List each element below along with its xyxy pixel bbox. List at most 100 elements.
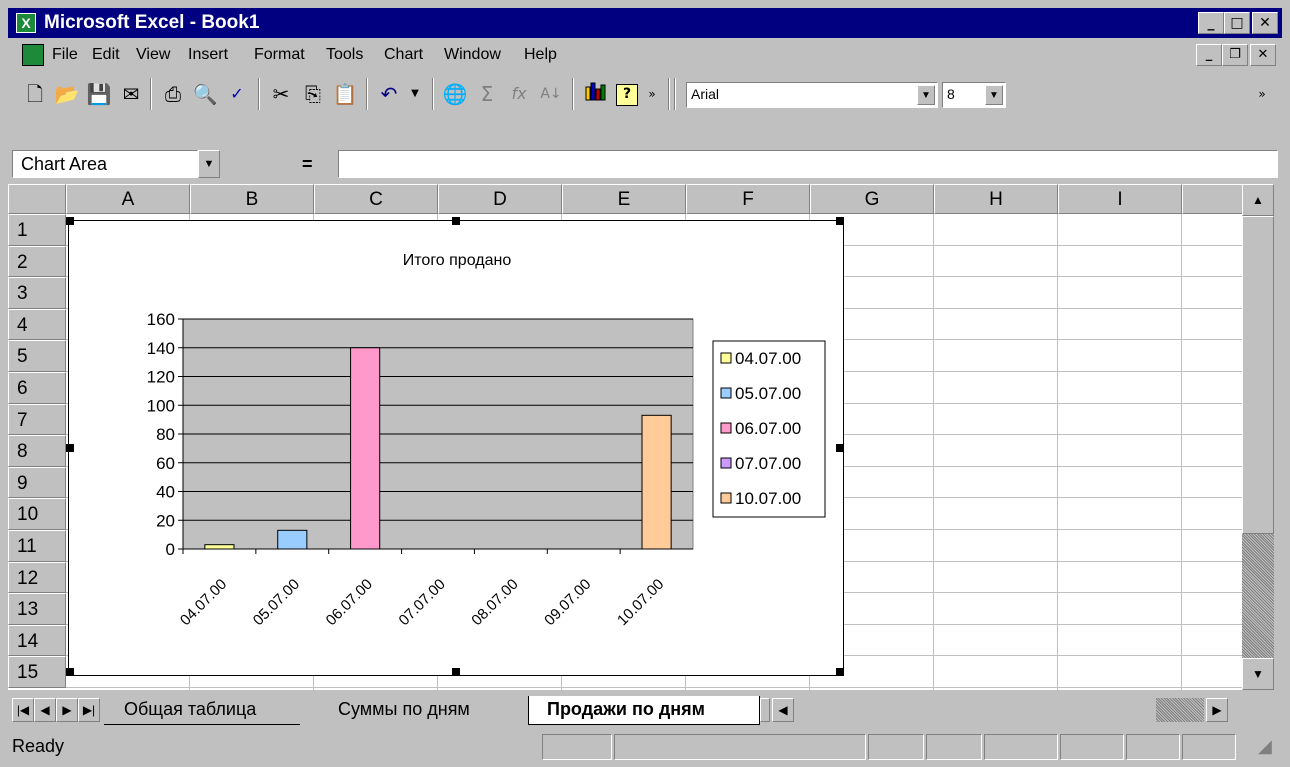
row-header-2[interactable]: 2 [8, 245, 66, 278]
horizontal-scroll-track[interactable] [794, 698, 1154, 722]
row-header-15[interactable]: 15 [8, 656, 66, 688]
workbook-minimize-button[interactable]: _ [1196, 44, 1222, 66]
column-header-c[interactable]: C [314, 184, 438, 214]
print-icon[interactable]: ⎙ [158, 80, 188, 108]
workbook-restore-button[interactable]: ❐ [1222, 44, 1248, 66]
column-header-d[interactable]: D [438, 184, 562, 214]
spelling-icon[interactable]: ✓ [222, 80, 252, 108]
resize-handle[interactable] [66, 444, 74, 452]
row-header-14[interactable]: 14 [8, 624, 66, 657]
last-sheet-button[interactable]: ▶| [78, 698, 100, 722]
column-header-h[interactable]: H [934, 184, 1058, 214]
formula-input[interactable] [338, 150, 1278, 178]
resize-handle[interactable] [452, 217, 460, 225]
bar-04.07.00[interactable] [204, 544, 235, 550]
name-box[interactable]: Chart Area [12, 150, 198, 178]
resize-grip-icon[interactable]: ◢ [1258, 736, 1272, 757]
row-header-7[interactable]: 7 [8, 403, 66, 436]
row-header-10[interactable]: 10 [8, 498, 66, 530]
row-header-9[interactable]: 9 [8, 466, 66, 499]
menu-view[interactable]: View [136, 46, 170, 64]
column-header-e[interactable]: E [562, 184, 686, 214]
close-button[interactable]: ✕ [1252, 12, 1278, 34]
font-size-select[interactable]: 8 ▼ [942, 82, 1006, 108]
sheet-tab-sales-active[interactable]: Продажи по дням [528, 696, 760, 725]
row-header-11[interactable]: 11 [8, 530, 66, 562]
column-header-partial[interactable] [1182, 184, 1242, 214]
tab-split-handle[interactable] [760, 698, 770, 722]
name-box-value: Chart Area [21, 154, 108, 174]
menu-chart[interactable]: Chart [384, 46, 423, 64]
new-icon[interactable]: 🗋 [20, 80, 50, 108]
paste-icon[interactable]: 📋 [330, 80, 360, 108]
autosum-icon: Σ [480, 82, 494, 106]
menu-insert[interactable]: Insert [188, 46, 228, 64]
row-header-13[interactable]: 13 [8, 593, 66, 625]
column-header-f[interactable]: F [686, 184, 810, 214]
maximize-button[interactable]: □ [1224, 12, 1250, 34]
next-sheet-button[interactable]: ▶ [56, 698, 78, 722]
print-preview-icon[interactable]: 🔍 [190, 80, 220, 108]
bar-06.07.00[interactable] [350, 347, 381, 550]
row-header-4[interactable]: 4 [8, 308, 66, 341]
chart-wizard-icon[interactable] [580, 80, 610, 108]
row-header-5[interactable]: 5 [8, 340, 66, 372]
menu-window[interactable]: Window [444, 46, 501, 64]
equals-button[interactable]: = [302, 154, 313, 175]
resize-handle[interactable] [66, 217, 74, 225]
row-header-1[interactable]: 1 [8, 214, 66, 246]
font-name-select[interactable]: Arial ▼ [686, 82, 938, 108]
row-header-12[interactable]: 12 [8, 561, 66, 594]
toolbar-overflow-icon-2[interactable]: » [1252, 80, 1272, 108]
menu-file[interactable]: File [52, 46, 78, 64]
menu-format[interactable]: Format [254, 46, 305, 64]
row-header-8[interactable]: 8 [8, 435, 66, 467]
minimize-button[interactable]: _ [1198, 12, 1224, 34]
bar-05.07.00[interactable] [277, 529, 308, 550]
chart-area[interactable]: Итого продано 0 20 40 60 80 100 120 140 160 04.07… [68, 220, 844, 676]
prev-sheet-button[interactable]: ◀ [34, 698, 56, 722]
scroll-left-button[interactable]: ◀ [772, 698, 794, 722]
excel-app-icon[interactable]: X [16, 13, 36, 33]
vertical-scrollbar[interactable]: ▲ ▼ [1242, 184, 1274, 690]
workbook-icon[interactable] [22, 44, 44, 66]
copy-icon[interactable]: ⎘ [298, 80, 328, 108]
row-header-3[interactable]: 3 [8, 277, 66, 309]
bar-10.07.00[interactable] [641, 414, 672, 550]
sheet-tab-general[interactable]: Общая таблица [104, 696, 300, 725]
resize-handle[interactable] [452, 668, 460, 676]
menu-help[interactable]: Help [524, 46, 557, 64]
first-sheet-button[interactable]: |◀ [12, 698, 34, 722]
open-icon[interactable]: 📂 [52, 80, 82, 108]
help-icon[interactable]: ? [612, 80, 642, 108]
menu-tools[interactable]: Tools [326, 46, 363, 64]
horizontal-scroll-pattern[interactable] [1156, 698, 1204, 722]
column-header-g[interactable]: G [810, 184, 934, 214]
column-header-i[interactable]: I [1058, 184, 1182, 214]
resize-handle[interactable] [836, 668, 844, 676]
worksheet-grid[interactable]: A B C D E F G H I 1 2 3 4 5 6 7 8 9 10 11 12 13 14 15 Итого про… [8, 184, 1242, 690]
cut-icon[interactable]: ✂ [266, 80, 296, 108]
column-header-b[interactable]: B [190, 184, 314, 214]
resize-handle[interactable] [66, 668, 74, 676]
undo-dropdown-icon[interactable]: ▼ [400, 80, 430, 108]
menu-edit[interactable]: Edit [92, 46, 120, 64]
workbook-close-button[interactable]: ✕ [1250, 44, 1276, 66]
column-header-a[interactable]: A [66, 184, 190, 214]
email-icon[interactable]: ✉ [116, 80, 146, 108]
scroll-up-button[interactable]: ▲ [1242, 184, 1274, 216]
resize-handle[interactable] [836, 444, 844, 452]
chevron-down-icon[interactable]: ▼ [917, 85, 935, 105]
scroll-right-button[interactable]: ▶ [1206, 698, 1228, 722]
sheet-tab-sums[interactable]: Суммы по дням [308, 696, 514, 724]
select-all-corner[interactable] [8, 184, 66, 214]
save-icon[interactable]: 💾 [84, 80, 114, 108]
name-box-dropdown[interactable]: ▼ [198, 150, 220, 178]
chevron-down-icon[interactable]: ▼ [985, 85, 1003, 105]
scroll-thumb[interactable] [1242, 216, 1274, 534]
row-header-6[interactable]: 6 [8, 372, 66, 404]
toolbar-overflow-icon[interactable]: » [642, 80, 662, 108]
scroll-track[interactable] [1242, 534, 1274, 658]
scroll-down-button[interactable]: ▼ [1242, 658, 1274, 690]
resize-handle[interactable] [836, 217, 844, 225]
